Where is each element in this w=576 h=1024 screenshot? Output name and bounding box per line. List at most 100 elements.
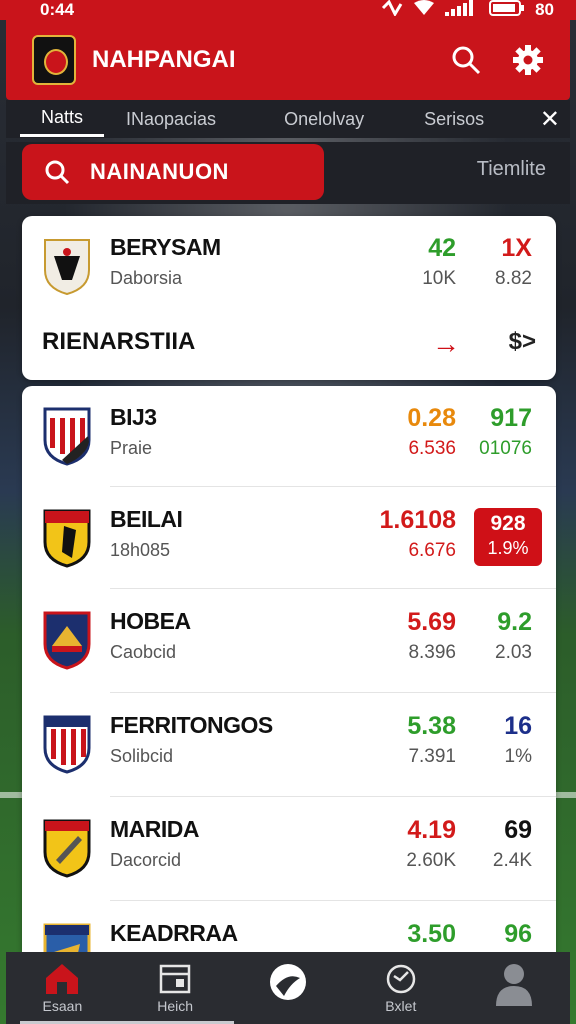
nav-profile[interactable]	[464, 952, 564, 1008]
wifi-icon	[413, 0, 435, 21]
app-header: NAHPANGAI	[6, 20, 570, 100]
divider	[110, 486, 556, 487]
tab-onelolvay[interactable]: Onelolvay	[284, 103, 364, 136]
tab-bar: Natts INaopacias Onelolvay Serisos ✕	[6, 100, 570, 138]
list-item[interactable]: BEILAI 18h085 1.6108 6.676 928 1.9%	[22, 488, 556, 588]
tab-inaopacias[interactable]: INaopacias	[126, 103, 216, 136]
close-icon[interactable]: ✕	[540, 105, 560, 134]
team-value-2-sub: 01076	[479, 438, 532, 459]
team-sub: Dacorcid	[110, 850, 182, 870]
status-time: 0:44	[40, 0, 75, 19]
team-value-1: 0.28	[407, 404, 456, 432]
badge-sub: 1.9%	[487, 538, 529, 558]
team-value-1-sub: 6.676	[408, 540, 456, 561]
featured-card[interactable]: BERYSAM Daborsia 42 10K 1X 8.82 RIENARST…	[22, 216, 556, 380]
app-logo	[32, 35, 76, 85]
dnd-icon	[381, 0, 403, 21]
nav-refresh[interactable]: Bxlet	[351, 952, 451, 1014]
team-value-1-sub: 2.60K	[406, 850, 456, 871]
team-value-2: 96	[504, 920, 532, 948]
refresh-icon	[386, 964, 416, 994]
team-crest-icon	[43, 611, 91, 670]
team-list: BIJ3 Praie 0.28 6.536 917 01076 BEILAI 1…	[22, 386, 556, 952]
team-sub: Solibcid	[110, 746, 174, 766]
home-icon	[46, 964, 79, 994]
badge-value: 928	[490, 512, 526, 535]
team-value-2-sub: 1%	[504, 746, 532, 767]
team-sub: Praie	[110, 438, 153, 458]
team-value-1-sub: 6.536	[408, 438, 456, 459]
section-label: RIENARSTIIA	[42, 328, 196, 355]
gear-icon	[513, 45, 543, 75]
nav-home[interactable]: Esaan	[12, 952, 112, 1014]
team-value-1-sub: 7.391	[408, 746, 456, 767]
featured-value-1-sub: 10K	[422, 268, 456, 289]
team-name: HOBEA	[110, 608, 191, 634]
team-crest-icon	[44, 239, 90, 296]
list-item[interactable]: MARIDA Dacorcid 4.19 2.60K 69 2.4K	[22, 798, 556, 898]
signal-icon	[445, 0, 479, 21]
list-item[interactable]: BIJ3 Praie 0.28 6.536 917 01076	[22, 386, 556, 486]
profile-icon	[495, 964, 532, 1006]
team-value-2-sub: 2.03	[495, 642, 532, 663]
team-value-2: 917	[490, 404, 532, 432]
divider	[110, 692, 556, 693]
timeline-link[interactable]: Tiemlite	[477, 158, 546, 181]
tab-natts[interactable]: Natts	[20, 101, 104, 137]
divider	[110, 900, 556, 901]
search-icon	[452, 46, 481, 75]
team-value-1: 1.6108	[379, 506, 456, 534]
bottom-navigation: Esaan Heich Bxlet	[6, 952, 570, 1024]
team-sub: 18h085	[110, 540, 171, 560]
search-row: NAINANUON Tiemlite	[6, 142, 570, 204]
list-item[interactable]: FERRITONGOS Solibcid 5.38 7.391 16 1%	[22, 694, 556, 794]
team-value-1: 3.50	[407, 920, 456, 948]
nav-ball[interactable]	[238, 952, 338, 1004]
nav-home-label: Esaan	[42, 998, 83, 1014]
team-value-1-sub: 8.396	[408, 642, 456, 663]
settings-button[interactable]	[508, 40, 548, 80]
featured-team-name: BERYSAM	[110, 234, 221, 260]
search-button[interactable]	[446, 40, 486, 80]
team-value-2: 16	[504, 712, 532, 740]
team-crest-icon	[43, 407, 91, 466]
calendar-icon	[159, 964, 191, 994]
team-crest-icon	[43, 509, 91, 568]
team-crest-icon	[43, 715, 91, 774]
app-title: NAHPANGAI	[92, 46, 236, 73]
odds-badge[interactable]: 928 1.9%	[474, 508, 542, 566]
nav-refresh-label: Bxlet	[385, 998, 417, 1014]
team-value-2: 69	[504, 816, 532, 844]
team-value-1: 5.38	[407, 712, 456, 740]
battery-icon	[489, 0, 525, 21]
battery-level: 80	[535, 0, 554, 19]
arrow-right-icon[interactable]: →	[432, 328, 460, 360]
featured-value-2-sub: 8.82	[495, 268, 532, 289]
team-value-2-sub: 2.4K	[492, 850, 532, 871]
team-name: MARIDA	[110, 816, 200, 842]
status-icons: 80	[381, 0, 554, 21]
ball-icon	[269, 964, 306, 1000]
team-value-1: 5.69	[407, 608, 456, 636]
team-crest-icon	[43, 923, 91, 952]
team-crest-icon	[43, 819, 91, 878]
search-icon	[45, 160, 70, 185]
nav-calendar-label: Heich	[157, 998, 194, 1014]
team-name: FERRITONGOS	[110, 712, 273, 738]
search-value: NAINANUON	[90, 159, 229, 184]
team-value-1: 4.19	[407, 816, 456, 844]
divider	[110, 588, 556, 589]
team-name: BIJ3	[110, 404, 157, 430]
team-name: KEADRRAA	[110, 920, 238, 946]
list-item[interactable]: HOBEA Caobcid 5.69 8.396 9.2 2.03	[22, 590, 556, 690]
chevron-right-icon[interactable]: $>	[509, 328, 536, 356]
featured-value-1: 42	[428, 234, 456, 262]
featured-value-2: 1X	[501, 234, 532, 262]
search-field[interactable]: NAINANUON	[22, 144, 324, 200]
team-value-2: 9.2	[497, 608, 532, 636]
list-item[interactable]: KEADRRAA 3.50 96	[22, 902, 556, 952]
tab-serisos[interactable]: Serisos	[424, 103, 484, 136]
team-sub: Caobcid	[110, 642, 177, 662]
team-name: BEILAI	[110, 506, 183, 532]
nav-calendar[interactable]: Heich	[125, 952, 225, 1014]
